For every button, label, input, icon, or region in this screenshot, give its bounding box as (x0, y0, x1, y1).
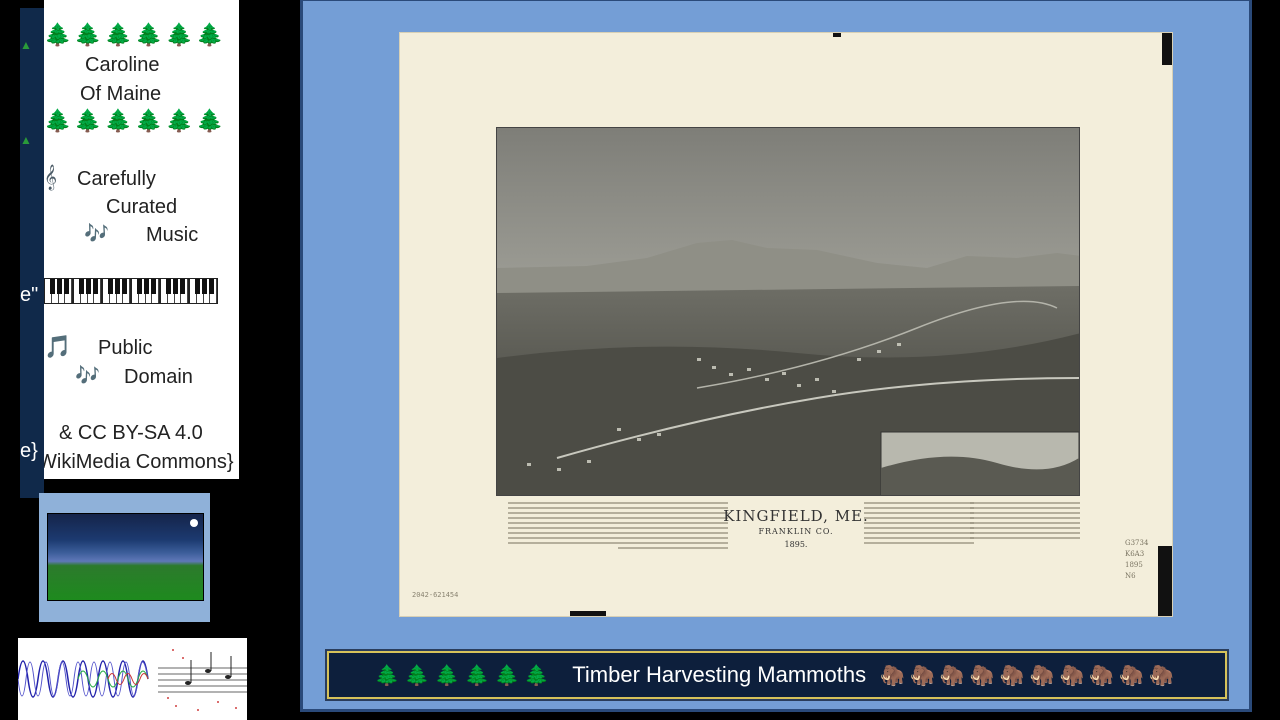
call-number-line: G3734 (1125, 539, 1149, 547)
tree-icons: 🌲🌲🌲🌲🌲🌲 (374, 663, 555, 687)
artist-name-line-1: Caroline (85, 54, 160, 76)
call-number-line: 1895 (1125, 561, 1143, 569)
thumbnail-frame (39, 493, 210, 622)
piano-key-icon (189, 278, 218, 304)
piano-key-icon (102, 278, 131, 304)
music-notes-icon: 🎶 (84, 223, 109, 245)
curated-line-2: Curated (106, 196, 178, 218)
music-note-icon: 🎵 (44, 334, 72, 359)
curated-line-3: Music (146, 224, 199, 246)
tree-fragment: ▲ (20, 38, 32, 52)
call-number-line: N6 (1125, 572, 1136, 580)
background-text-panel: ▲ ▲ e" e} (20, 8, 44, 498)
source-label: WikiMedia Commons} (44, 451, 234, 473)
piano-key-icon (160, 278, 189, 304)
call-number-line: K6A3 (1125, 550, 1145, 558)
mammoth-icons: 🦣🦣🦣🦣🦣🦣🦣🦣🦣🦣 (880, 663, 1180, 687)
license-label: & CC BY-SA 4.0 (59, 422, 203, 444)
tree-fragment: ▲ (20, 133, 32, 147)
waveform-graphic (18, 638, 247, 720)
piano-key-icon (73, 278, 102, 304)
birds-eye-view-illustration (496, 127, 1080, 496)
piano-key-icon (44, 278, 73, 304)
hidden-text-fragment: e} (20, 440, 38, 462)
moon-icon (190, 519, 198, 527)
title-banner: 🌲🌲🌲🌲🌲🌲 Timber Harvesting Mammoths 🦣🦣🦣🦣🦣🦣… (327, 651, 1227, 699)
map-legend: KINGFIELD, ME. FRANKLIN CO. 1895. (496, 499, 1080, 589)
music-info-panel: 🌲🌲🌲🌲🌲🌲 Caroline Of Maine 🌲🌲🌲🌲🌲🌲 𝄞 Carefu… (44, 0, 239, 479)
map-year: 1895. (784, 540, 808, 549)
call-number: G3734 K6A3 1895 N6 (1125, 538, 1148, 582)
map-title: KINGFIELD, ME. (723, 507, 869, 525)
historic-map-sheet: KINGFIELD, ME. FRANKLIN CO. 1895. 2042-6… (399, 32, 1173, 617)
map-county: FRANKLIN CO. (758, 527, 834, 536)
map-title-block: KINGFIELD, ME. FRANKLIN CO. 1895. (721, 507, 871, 549)
night-landscape-thumbnail (47, 513, 204, 601)
tree-row: 🌲🌲🌲🌲🌲🌲 (44, 22, 227, 47)
catalog-number: 2042-621454 (412, 591, 459, 599)
artist-name-line-2: Of Maine (80, 83, 162, 105)
tree-row: 🌲🌲🌲🌲🌲🌲 (44, 108, 227, 133)
main-slide-frame: KINGFIELD, ME. FRANKLIN CO. 1895. 2042-6… (300, 0, 1252, 712)
banner-title: Timber Harvesting Mammoths (572, 662, 867, 687)
public-label: Public (98, 337, 153, 359)
hidden-text-fragment: e" (20, 284, 39, 306)
piano-keys-row (44, 278, 239, 304)
piano-key-icon (131, 278, 160, 304)
curated-line-1: Carefully (77, 168, 156, 190)
treble-clef-icon: 𝄞 (44, 164, 58, 189)
domain-label: Domain (124, 366, 193, 388)
music-notes-icon: 🎶 (75, 365, 100, 387)
